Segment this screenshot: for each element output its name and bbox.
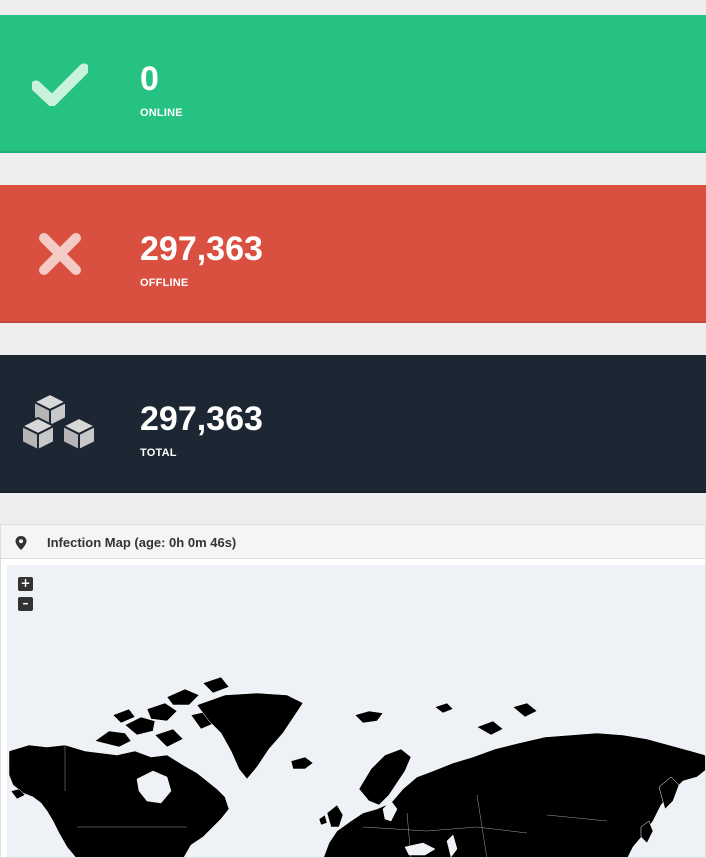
total-stat-card: 297,363 TOTAL	[0, 355, 706, 493]
zoom-in-button[interactable]: +	[18, 577, 33, 591]
check-icon	[18, 49, 102, 119]
online-count: 0	[140, 60, 159, 98]
map-marker-icon	[15, 536, 27, 550]
total-label: TOTAL	[140, 447, 177, 459]
cross-icon	[18, 219, 102, 289]
dashboard-page: 0 ONLINE 297,363 OFFLINE 297,363 TOTAL I…	[0, 0, 706, 858]
offline-label: OFFLINE	[140, 277, 189, 289]
total-count: 297,363	[140, 400, 263, 438]
online-label: ONLINE	[140, 107, 183, 119]
map-title: Infection Map (age: 0h 0m 46s)	[47, 535, 237, 550]
world-map[interactable]: + –	[7, 565, 705, 857]
infection-map-panel: Infection Map (age: 0h 0m 46s) + –	[0, 524, 706, 858]
cubes-icon	[18, 389, 102, 459]
offline-stat-card: 297,363 OFFLINE	[0, 185, 706, 323]
online-stat-card: 0 ONLINE	[0, 15, 706, 153]
world-map-land	[8, 676, 705, 857]
zoom-out-button[interactable]: –	[18, 597, 33, 611]
map-panel-header: Infection Map (age: 0h 0m 46s)	[1, 525, 705, 559]
offline-count: 297,363	[140, 230, 263, 268]
